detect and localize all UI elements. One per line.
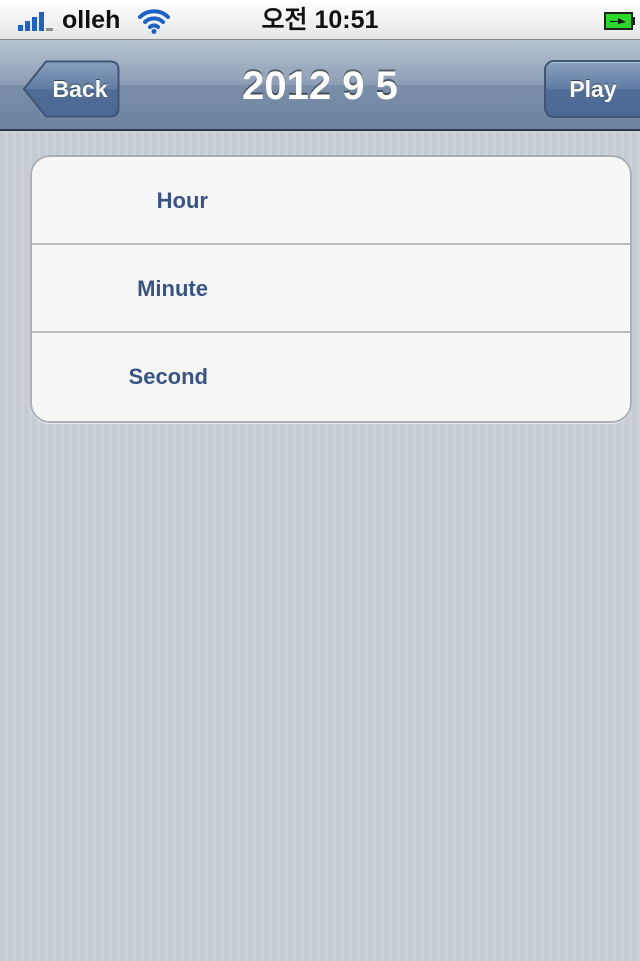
table-row-second[interactable]: Second — [32, 333, 630, 421]
row-label-second: Second — [128, 364, 208, 389]
row-label-hour: Hour — [156, 188, 208, 213]
table-row-minute[interactable]: Minute — [32, 245, 630, 333]
back-button[interactable]: Back — [22, 60, 120, 118]
play-button[interactable]: Play — [544, 60, 640, 118]
navigation-bar: Back 2012 9 5 Play — [0, 40, 640, 131]
battery-charging-icon — [604, 12, 635, 30]
status-bar: olleh 오전 10:51 — [0, 0, 640, 40]
table-row-hour[interactable]: Hour — [32, 157, 630, 245]
time-unit-table: Hour Minute Second — [30, 155, 632, 423]
status-time: 오전 10:51 — [261, 6, 379, 34]
row-label-minute: Minute — [137, 276, 208, 301]
back-button-label: Back — [52, 76, 108, 102]
page-title: 2012 9 5 — [242, 64, 398, 108]
